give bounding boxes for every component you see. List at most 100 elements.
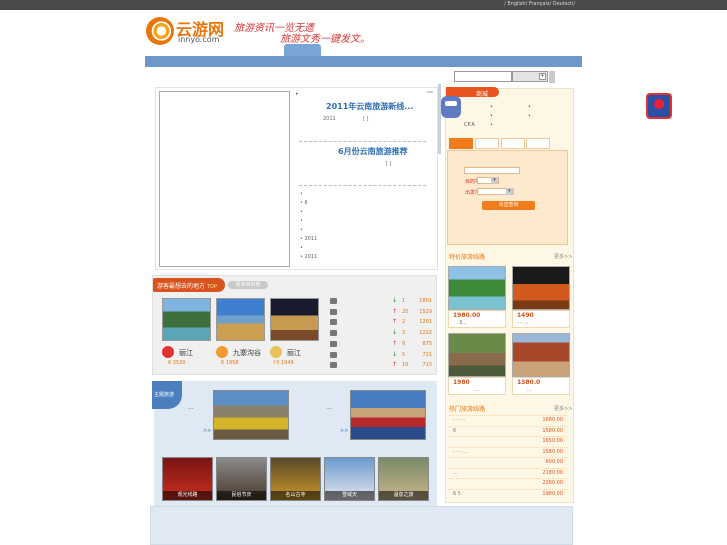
rank-3-medal-icon — [270, 346, 282, 358]
more-destinations-tab[interactable]: 更多目的地 — [228, 281, 268, 289]
scrollbar[interactable] — [438, 84, 441, 154]
news-more-dash[interactable] — [427, 91, 433, 93]
chevron-down-icon[interactable]: ▾ — [506, 188, 513, 195]
robot-caption: CP.A — [464, 122, 475, 128]
rank-row[interactable]: ↓ 5 721 — [330, 351, 432, 360]
rank-row[interactable]: ↑ 10 715 — [330, 361, 432, 370]
tour-card-1[interactable]: 1980.00 3... — [448, 310, 506, 328]
tour-card-3[interactable]: 1980 ... — [448, 377, 506, 395]
theme-thumb-1[interactable]: 观光线路 — [162, 457, 213, 501]
tour-image-2[interactable] — [512, 266, 570, 310]
news-headline-2[interactable]: 6月份云南旅游推荐 — [338, 146, 408, 157]
side-badge-icon[interactable] — [646, 93, 672, 119]
list-item[interactable]: • — [300, 227, 317, 236]
list-item[interactable]: • 6 — [300, 200, 317, 209]
tour-image-1[interactable] — [448, 266, 506, 310]
tab-active[interactable] — [449, 138, 473, 149]
theme-thumb-5[interactable]: 温泉之旅 — [378, 457, 429, 501]
theme-thumb-2[interactable]: 民俗节庆 — [216, 457, 267, 501]
place-image-2[interactable] — [216, 298, 265, 341]
list-item[interactable]: • — [300, 245, 317, 254]
place-name-2[interactable]: 九寨沟谷 — [233, 348, 261, 358]
tab-3[interactable] — [501, 138, 525, 149]
mascot-robot-icon — [441, 96, 461, 118]
special-tours-title: 特价旅游线路 — [449, 254, 486, 261]
list-item[interactable]: • 2011 — [300, 254, 317, 263]
rank-change: 10 — [402, 362, 409, 369]
logo-domain[interactable]: innyo.com — [178, 35, 219, 44]
rank-row[interactable]: ↑ 2 1201 — [330, 318, 432, 327]
theme-thumb-4[interactable]: 雪域天 — [324, 457, 375, 501]
place-image-3[interactable] — [270, 298, 319, 341]
chevron-down-icon[interactable]: ▾ — [491, 177, 498, 184]
news-headline-1[interactable]: 2011年云南旅游新线... — [326, 101, 413, 112]
hot-tour-title: - - - ... — [453, 448, 468, 455]
tour-card-2[interactable]: 1490 - - ... — [512, 310, 570, 328]
bullet-dot: • — [490, 104, 493, 110]
hot-tour-row[interactable]: 2280.00 — [449, 478, 567, 488]
rank-row[interactable]: ↓ 3 1222 — [330, 329, 432, 338]
theme-thumb-3[interactable]: 名山古寺 — [270, 457, 321, 501]
bullet-dot: • — [490, 113, 493, 119]
hot-tour-row[interactable]: ... 2180.00 — [449, 467, 567, 478]
hot-tour-price: 1650.00 — [542, 438, 563, 444]
hot-tour-row[interactable]: 6 5 1980.00 — [449, 488, 567, 499]
theme-link-left[interactable]: >> — [203, 428, 211, 434]
hot-tours-more[interactable]: 更多>> — [554, 405, 572, 412]
news-date-1: 2011 — [323, 116, 336, 122]
rank-thumb-icon — [330, 330, 337, 337]
hot-tour-price: 1680.00 — [542, 417, 563, 423]
news-bracket-1[interactable]: [ ] — [363, 116, 369, 122]
theme-link-right[interactable]: >> — [340, 428, 348, 434]
theme-image-right[interactable] — [350, 390, 426, 440]
place-image-1[interactable] — [162, 298, 211, 341]
rank-change: 5 — [402, 351, 406, 358]
tab-2[interactable] — [475, 138, 499, 149]
search-button[interactable] — [549, 71, 555, 83]
bullet-dot: • — [528, 104, 531, 110]
place-name-3[interactable]: 丽江 — [287, 348, 301, 358]
language-links[interactable]: / English/ Français/ Deutsch/ — [504, 1, 575, 7]
rank-thumb-icon — [330, 298, 337, 304]
tour-card-4[interactable]: 1380.0 ... — [512, 377, 570, 395]
hot-tour-price: 1580.00 — [542, 448, 563, 455]
keyword-field[interactable] — [464, 167, 520, 174]
popular-tab[interactable]: 游客最想去的地方 TOP — [153, 278, 225, 292]
tour-image-4[interactable] — [512, 333, 570, 377]
theme-caption-left: ... — [188, 404, 194, 411]
rank-change: 9 — [402, 340, 406, 347]
rank-value: 875 — [422, 340, 432, 347]
hot-tour-row[interactable]: 1650.00 — [449, 436, 567, 446]
list-item[interactable]: • — [300, 218, 317, 227]
tour-desc-4: ... — [527, 387, 532, 393]
hot-tour-row[interactable]: 6 1580.00 — [449, 425, 567, 436]
hot-tour-title: - - - - — [453, 417, 465, 423]
tab-4[interactable] — [526, 138, 550, 149]
rank-value: 1801 — [419, 298, 432, 304]
place-meta-1: 6 3530 — [168, 360, 186, 366]
place-name-1[interactable]: 丽江 — [179, 348, 193, 358]
query-button[interactable]: 点击查询 — [482, 201, 535, 210]
list-item[interactable]: • — [300, 209, 317, 218]
rank-value: 1222 — [419, 330, 432, 337]
hot-tour-row[interactable]: - - - ... 1580.00 — [449, 446, 567, 457]
list-item[interactable]: • 2011 — [300, 236, 317, 245]
theme-image-left[interactable] — [213, 390, 289, 440]
rank-row[interactable]: ↓ 1 1801 — [330, 297, 432, 306]
news-bracket-2[interactable]: [ ] — [386, 161, 392, 167]
rank-row[interactable]: ↑ 20 1529 — [330, 308, 432, 317]
list-item[interactable]: • — [300, 191, 317, 200]
tour-price-1: 1980.00 — [453, 312, 481, 319]
arrow-up-icon: ↑ — [392, 307, 398, 315]
robot-visor-icon — [445, 101, 457, 106]
news-image-frame[interactable] — [159, 91, 290, 267]
main-nav-bar[interactable] — [145, 56, 582, 67]
theme-caption-right: ... — [326, 404, 332, 411]
search-category-select[interactable]: ▾ — [512, 71, 548, 82]
search-input[interactable] — [454, 71, 512, 82]
special-tours-more[interactable]: 更多>> — [554, 253, 572, 260]
hot-tour-row[interactable]: 800.00 — [449, 457, 567, 467]
hot-tour-row[interactable]: - - - - 1680.00 — [449, 415, 567, 425]
rank-row[interactable]: ↑ 9 875 — [330, 340, 432, 349]
tour-image-3[interactable] — [448, 333, 506, 377]
